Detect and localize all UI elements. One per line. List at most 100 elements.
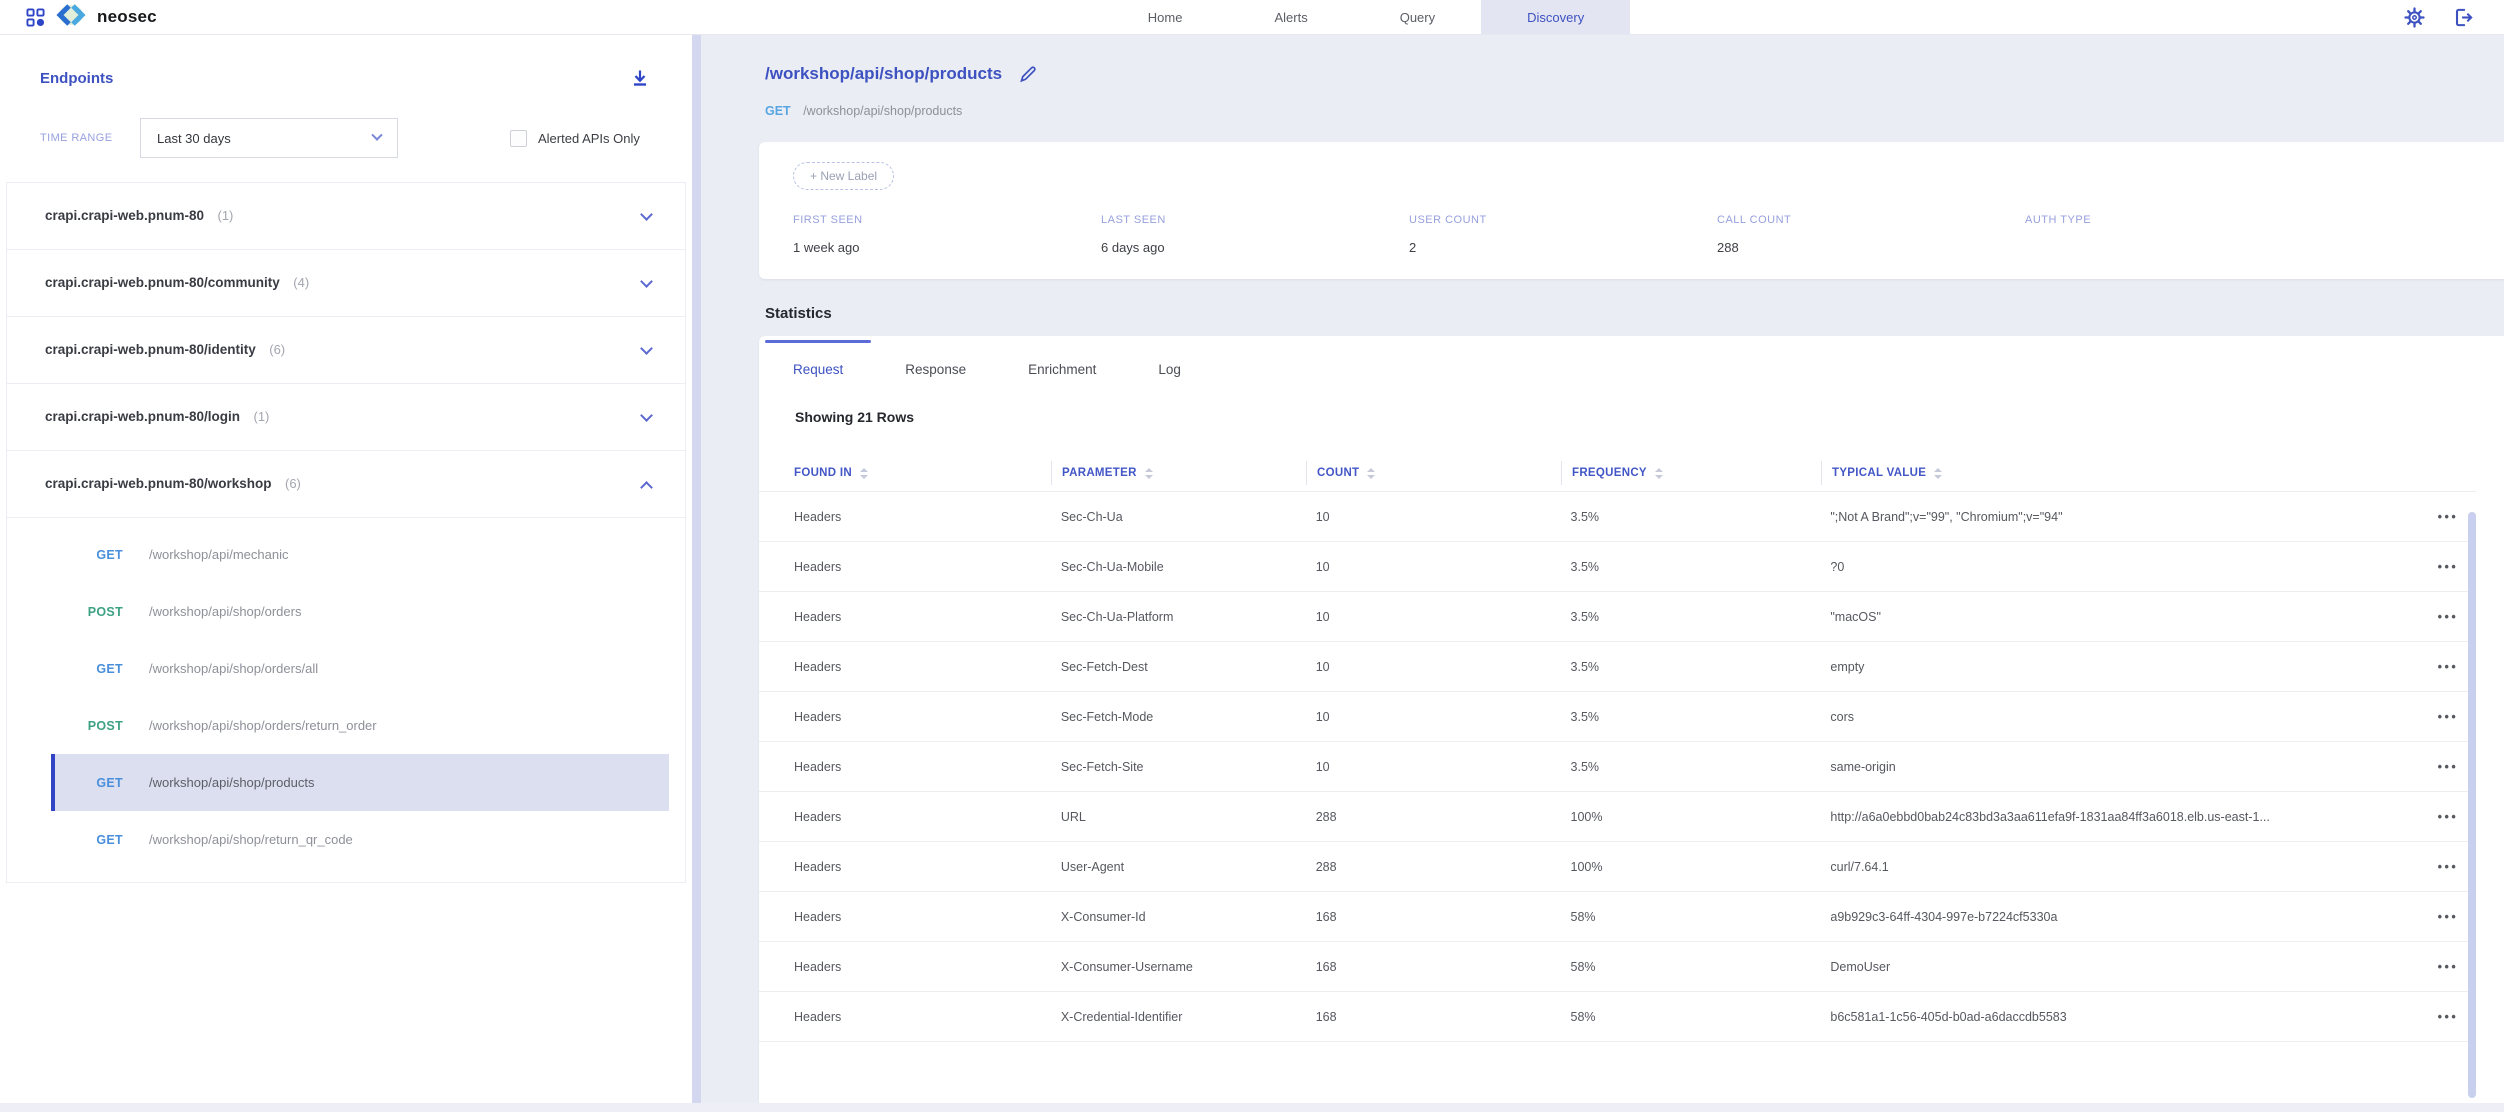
- stat-block: AUTH TYPE: [2025, 214, 2333, 255]
- stat-block: FIRST SEEN 1 week ago: [793, 214, 1101, 255]
- endpoint-item[interactable]: GET /workshop/api/shop/orders/all: [51, 640, 669, 697]
- endpoint-group-row[interactable]: crapi.crapi-web.pnum-80/login (1): [7, 384, 685, 451]
- cell-typical-value: ?0: [1820, 560, 2420, 574]
- stat-value: 6 days ago: [1101, 240, 1409, 255]
- stat-block: LAST SEEN 6 days ago: [1101, 214, 1409, 255]
- cell-found-in: Headers: [759, 1010, 1051, 1024]
- nav-item[interactable]: Alerts: [1228, 0, 1353, 34]
- endpoint-method: GET: [79, 662, 123, 676]
- group-name: crapi.crapi-web.pnum-80: [45, 208, 204, 223]
- new-label-button[interactable]: + New Label: [793, 162, 894, 190]
- cell-count: 168: [1306, 960, 1561, 974]
- cell-count: 288: [1306, 810, 1561, 824]
- alerted-apis-label: Alerted APIs Only: [538, 131, 640, 146]
- endpoint-group-row[interactable]: crapi.crapi-web.pnum-80 (1): [7, 183, 685, 250]
- logout-icon[interactable]: [2453, 7, 2474, 28]
- tab[interactable]: Enrichment: [1022, 354, 1102, 385]
- cell-parameter: Sec-Ch-Ua: [1051, 510, 1306, 524]
- page-title: /workshop/api/shop/products: [765, 64, 1002, 84]
- table-header: FOUND IN PARAMETER COUNT FREQUENCY TYPIC…: [759, 455, 2504, 491]
- cell-found-in: Headers: [759, 960, 1051, 974]
- endpoint-item[interactable]: POST /workshop/api/shop/orders/return_or…: [51, 697, 669, 754]
- column-header[interactable]: TYPICAL VALUE: [1821, 461, 2421, 485]
- nav-item[interactable]: Home: [1102, 0, 1229, 34]
- summary-card: + New Label FIRST SEEN 1 week ago LAST S…: [759, 142, 2504, 279]
- cell-parameter: Sec-Ch-Ua-Platform: [1051, 610, 1306, 624]
- cell-parameter: URL: [1051, 810, 1306, 824]
- alerted-apis-checkbox[interactable]: [510, 130, 527, 147]
- table-scrollbar[interactable]: [2468, 512, 2476, 1098]
- nav-item[interactable]: Query: [1354, 0, 1481, 34]
- tab[interactable]: Response: [899, 354, 972, 385]
- table-row: Headers User-Agent 288 100% curl/7.64.1 …: [759, 842, 2476, 892]
- brand-name: neosec: [97, 7, 157, 27]
- cell-parameter: Sec-Ch-Ua-Mobile: [1051, 560, 1306, 574]
- table-body: Headers Sec-Ch-Ua 10 3.5% ";Not A Brand"…: [759, 491, 2476, 1042]
- stat-value: 1 week ago: [793, 240, 1101, 255]
- tab[interactable]: Log: [1152, 354, 1187, 385]
- cell-typical-value: "macOS": [1820, 610, 2420, 624]
- endpoint-group-row[interactable]: crapi.crapi-web.pnum-80/identity (6): [7, 317, 685, 384]
- column-header[interactable]: PARAMETER: [1051, 461, 1306, 485]
- table-row: Headers Sec-Fetch-Site 10 3.5% same-orig…: [759, 742, 2476, 792]
- cell-parameter: X-Credential-Identifier: [1051, 1010, 1306, 1024]
- download-icon[interactable]: [630, 68, 650, 88]
- sidebar-scrollbar[interactable]: [692, 34, 701, 1112]
- table-row: Headers Sec-Ch-Ua-Platform 10 3.5% "macO…: [759, 592, 2476, 642]
- cell-frequency: 58%: [1561, 960, 1821, 974]
- rows-summary: Showing 21 Rows: [795, 409, 2504, 425]
- table-row: Headers Sec-Ch-Ua 10 3.5% ";Not A Brand"…: [759, 492, 2476, 542]
- chevron-down-icon: [640, 208, 653, 221]
- sort-icon: [860, 468, 868, 479]
- endpoint-group-row[interactable]: crapi.crapi-web.pnum-80/community (4): [7, 250, 685, 317]
- cell-parameter: X-Consumer-Id: [1051, 910, 1306, 924]
- cell-parameter: X-Consumer-Username: [1051, 960, 1306, 974]
- nav-item[interactable]: Discovery: [1481, 0, 1630, 34]
- table-row: Headers X-Consumer-Username 168 58% Demo…: [759, 942, 2476, 992]
- method-path: /workshop/api/shop/products: [803, 104, 962, 118]
- chevron-down-icon: [640, 342, 653, 355]
- cell-parameter: Sec-Fetch-Mode: [1051, 710, 1306, 724]
- edit-pencil-icon[interactable]: [1018, 64, 1038, 84]
- table-row: Headers X-Credential-Identifier 168 58% …: [759, 992, 2476, 1042]
- time-range-select[interactable]: Last 30 days: [140, 118, 398, 158]
- cell-typical-value: http://a6a0ebbd0bab24c83bd3a3aa611efa9f-…: [1820, 810, 2420, 824]
- cell-count: 10: [1306, 710, 1561, 724]
- group-count: (1): [254, 409, 270, 424]
- cell-parameter: Sec-Fetch-Dest: [1051, 660, 1306, 674]
- endpoint-item[interactable]: GET /workshop/api/shop/products: [51, 754, 669, 811]
- column-header[interactable]: FREQUENCY: [1561, 461, 1821, 485]
- tab[interactable]: Request: [787, 354, 849, 385]
- window-bottom-edge: [0, 1103, 2504, 1112]
- settings-gear-icon[interactable]: [2404, 7, 2425, 28]
- cell-typical-value: cors: [1820, 710, 2420, 724]
- endpoints-sidebar: Endpoints TIME RANGE Last 30 days Alerte…: [0, 34, 692, 1112]
- endpoint-group-row[interactable]: crapi.crapi-web.pnum-80/workshop (6): [7, 451, 685, 518]
- statistics-heading: Statistics: [765, 305, 2504, 322]
- endpoint-item[interactable]: POST /workshop/api/shop/orders: [51, 583, 669, 640]
- neosec-logo-icon: [56, 2, 86, 33]
- column-header[interactable]: COUNT: [1306, 461, 1561, 485]
- stat-block: CALL COUNT 288: [1717, 214, 2025, 255]
- cell-frequency: 3.5%: [1561, 510, 1821, 524]
- column-header[interactable]: FOUND IN: [759, 461, 1051, 485]
- stat-label: FIRST SEEN: [793, 214, 1101, 226]
- cell-frequency: 3.5%: [1561, 560, 1821, 574]
- cell-count: 168: [1306, 1010, 1561, 1024]
- cell-frequency: 58%: [1561, 910, 1821, 924]
- cell-frequency: 3.5%: [1561, 760, 1821, 774]
- cell-found-in: Headers: [759, 810, 1051, 824]
- table-row: Headers Sec-Fetch-Dest 10 3.5% empty •••: [759, 642, 2476, 692]
- cell-count: 10: [1306, 610, 1561, 624]
- cell-frequency: 100%: [1561, 860, 1821, 874]
- endpoint-method: POST: [79, 719, 123, 733]
- table-row: Headers URL 288 100% http://a6a0ebbd0bab…: [759, 792, 2476, 842]
- apps-grid-icon[interactable]: [26, 8, 45, 27]
- endpoint-path: /workshop/api/shop/orders: [149, 604, 301, 619]
- group-count: (1): [218, 208, 234, 223]
- endpoint-path: /workshop/api/shop/products: [149, 775, 314, 790]
- main-nav: Home Alerts Query Discovery: [1102, 0, 1630, 34]
- endpoint-method: GET: [79, 833, 123, 847]
- endpoint-item[interactable]: GET /workshop/api/shop/return_qr_code: [51, 811, 669, 868]
- endpoint-item[interactable]: GET /workshop/api/mechanic: [51, 526, 669, 583]
